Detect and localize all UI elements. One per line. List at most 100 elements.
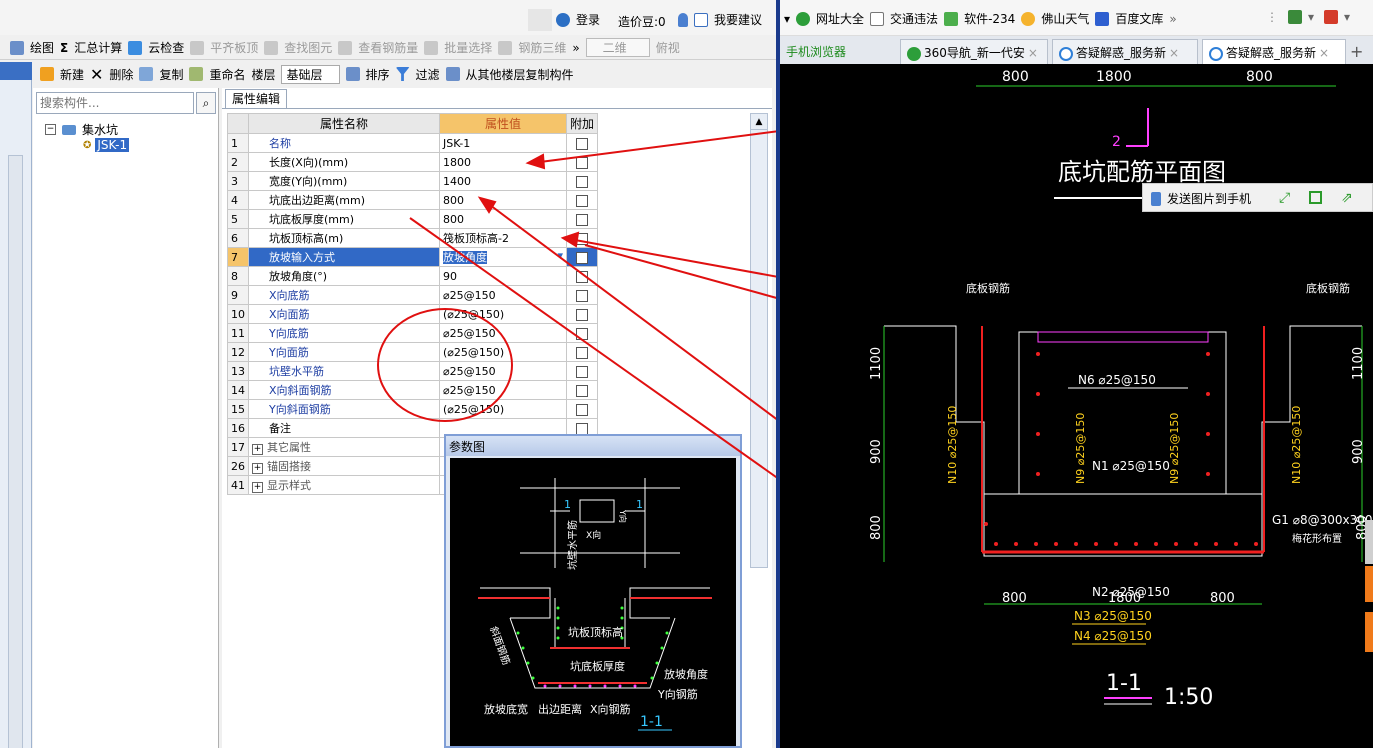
row-value[interactable]: 筏板顶标高-2 — [439, 228, 567, 248]
new-tab-icon[interactable]: + — [1350, 42, 1363, 61]
property-row[interactable]: 7 放坡输入方式 放坡角度 ▾ — [227, 247, 599, 267]
search-icon[interactable]: ⌕ — [196, 92, 216, 114]
tab-mobile-browser[interactable]: 手机浏览器 — [780, 39, 898, 64]
row-group-label[interactable]: 显示样式 — [267, 479, 311, 492]
view-2d-select[interactable]: 二维 — [585, 38, 650, 57]
bookmark-1[interactable]: 网址大全 — [816, 10, 864, 27]
row-group[interactable]: + 其它属性 — [248, 437, 440, 457]
property-row[interactable]: 14 X向斜面钢筋 ⌀25@150 — [227, 380, 599, 400]
tree-child[interactable]: ✪ JSK-1 — [83, 138, 135, 152]
row-value-text[interactable]: ⌀25@150 — [443, 289, 496, 302]
row-group[interactable]: + 锚固搭接 — [248, 456, 440, 476]
tab-360-label[interactable]: 360导航_新一代安 — [924, 46, 1025, 60]
property-row[interactable]: 2 长度(X向)(mm) 1800 — [227, 152, 599, 172]
collapse-icon[interactable]: − — [45, 124, 56, 135]
row-name[interactable]: X向底筋 — [248, 285, 440, 305]
cloud-check-button[interactable]: 云检查 — [148, 39, 184, 56]
row-value-text[interactable]: 1800 — [443, 156, 471, 169]
bookmark-4[interactable]: 佛山天气 — [1041, 10, 1089, 27]
row-value-text[interactable]: 800 — [443, 194, 464, 207]
extra-checkbox[interactable] — [576, 384, 588, 397]
expand-icon[interactable]: + — [252, 444, 263, 455]
row-value[interactable]: 800 — [439, 190, 567, 210]
rebar-3d-button[interactable]: 钢筋三维 — [518, 39, 566, 56]
find-element-button[interactable]: 查找图元 — [284, 39, 332, 56]
tab-qa-2-label[interactable]: 答疑解惑_服务新 — [1226, 46, 1316, 60]
scroll-up-icon[interactable]: ▲ — [751, 114, 767, 130]
row-value-text[interactable]: 放坡角度 — [443, 251, 487, 264]
floor-select[interactable]: 基础层 — [281, 64, 340, 84]
row-extra[interactable] — [565, 399, 599, 419]
property-row[interactable]: 1 名称 JSK-1 — [227, 133, 599, 153]
row-value[interactable]: JSK-1 — [439, 133, 567, 153]
extra-checkbox[interactable] — [576, 175, 588, 188]
extra-checkbox[interactable] — [576, 251, 588, 264]
row-name[interactable]: X向面筋 — [248, 304, 440, 324]
extra-checkbox[interactable] — [576, 137, 588, 150]
row-name[interactable]: Y向底筋 — [248, 323, 440, 343]
row-extra[interactable] — [565, 304, 599, 324]
row-name[interactable]: 名称 — [248, 133, 440, 153]
property-scrollbar[interactable]: ▲ — [750, 113, 768, 568]
batch-select-button[interactable]: 批量选择 — [444, 39, 492, 56]
top-view-button[interactable]: 俯视 — [656, 39, 680, 56]
save-icon[interactable] — [1309, 191, 1322, 204]
apps-icon[interactable] — [1288, 10, 1302, 24]
tab-close-icon[interactable]: × — [1169, 46, 1179, 60]
row-value[interactable]: ⌀25@150 — [439, 323, 567, 343]
row-extra[interactable] — [565, 171, 599, 191]
row-name[interactable]: 长度(X向)(mm) — [248, 152, 440, 172]
side-tab-orange-2[interactable] — [1365, 612, 1373, 652]
filter-button[interactable]: 过滤 — [416, 66, 440, 83]
row-value[interactable]: 1400 — [439, 171, 567, 191]
side-handle[interactable] — [1365, 520, 1373, 564]
property-row[interactable]: 8 放坡角度(°) 90 — [227, 266, 599, 286]
row-name[interactable]: 备注 — [248, 418, 440, 438]
bookmark-5[interactable]: 百度文库 — [1115, 10, 1163, 27]
row-value-text[interactable]: ⌀25@150 — [443, 384, 496, 397]
row-value-text[interactable]: 800 — [443, 213, 464, 226]
pdf-icon[interactable] — [1324, 10, 1339, 24]
property-row[interactable]: 3 宽度(Y向)(mm) 1400 — [227, 171, 599, 191]
extra-checkbox[interactable] — [576, 327, 588, 340]
send-to-phone[interactable]: 发送图片到手机 — [1151, 190, 1257, 207]
row-extra[interactable] — [565, 209, 599, 229]
send-to-phone-button[interactable]: 发送图片到手机 — [1167, 190, 1251, 207]
row-extra[interactable] — [565, 342, 599, 362]
row-extra[interactable] — [565, 323, 599, 343]
share-icon[interactable]: ⇗ — [1341, 190, 1353, 206]
property-row[interactable]: 15 Y向斜面钢筋 (⌀25@150) — [227, 399, 599, 419]
row-name[interactable]: 坑板顶标高(m) — [248, 228, 440, 248]
row-value-text[interactable]: (⌀25@150) — [443, 403, 504, 416]
row-value[interactable]: ⌀25@150 — [439, 285, 567, 305]
row-group-label[interactable]: 其它属性 — [267, 441, 311, 454]
expand-icon[interactable]: + — [252, 463, 263, 474]
row-value[interactable]: 1800 — [439, 152, 567, 172]
row-value-text[interactable]: ⌀25@150 — [443, 365, 496, 378]
row-name[interactable]: Y向斜面钢筋 — [248, 399, 440, 419]
delete-button[interactable]: 删除 — [109, 66, 133, 83]
row-extra[interactable] — [565, 380, 599, 400]
vertical-dots-icon[interactable]: ⋮ — [1266, 10, 1278, 24]
row-value-select[interactable]: 放坡角度 ▾ — [439, 247, 567, 267]
extra-checkbox[interactable] — [576, 403, 588, 416]
sort-button[interactable]: 排序 — [366, 66, 390, 83]
row-value-text[interactable]: 筏板顶标高-2 — [443, 232, 509, 245]
row-value-text[interactable]: ⌀25@150 — [443, 327, 496, 340]
row-name[interactable]: 坑底出边距离(mm) — [248, 190, 440, 210]
tab-qa-2[interactable]: 答疑解惑_服务新 × — [1202, 39, 1346, 64]
row-extra[interactable] — [565, 133, 599, 153]
row-value[interactable]: ⌀25@150 — [439, 380, 567, 400]
tab-mobile-browser-label[interactable]: 手机浏览器 — [786, 45, 846, 59]
row-name[interactable]: Y向面筋 — [248, 342, 440, 362]
extra-checkbox[interactable] — [576, 213, 588, 226]
tab-qa-1[interactable]: 答疑解惑_服务新 × — [1052, 39, 1198, 64]
extra-checkbox[interactable] — [576, 422, 588, 435]
property-row[interactable]: 5 坑底板厚度(mm) 800 — [227, 209, 599, 229]
extra-checkbox[interactable] — [576, 289, 588, 302]
property-row[interactable]: 4 坑底出边距离(mm) 800 — [227, 190, 599, 210]
expand-icon[interactable]: + — [252, 482, 263, 493]
property-row[interactable]: 9 X向底筋 ⌀25@150 — [227, 285, 599, 305]
row-value[interactable]: 90 — [439, 266, 567, 286]
row-value-text[interactable]: (⌀25@150) — [443, 308, 504, 321]
